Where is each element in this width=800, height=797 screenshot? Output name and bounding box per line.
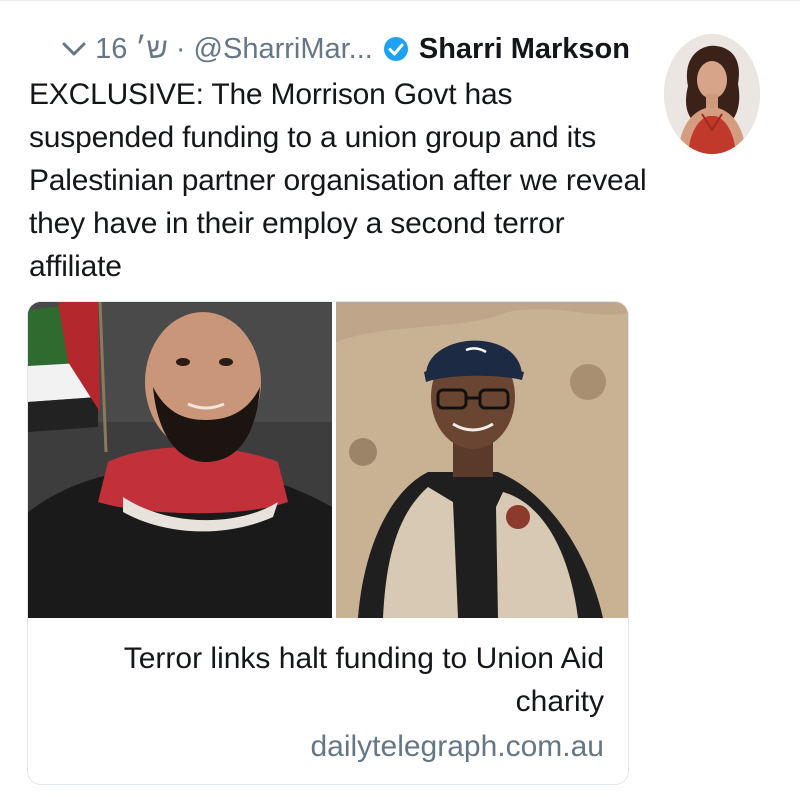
tweet-header: 16 ש׳ · @SharriMar... Sharri Markson bbox=[61, 29, 630, 69]
author-handle[interactable]: @SharriMar... bbox=[194, 33, 373, 65]
card-title[interactable]: Terror links halt funding to Union Aid c… bbox=[84, 637, 604, 723]
tweet-text: EXCLUSIVE: The Morrison Govt has suspend… bbox=[29, 73, 649, 288]
card-domain[interactable]: dailytelegraph.com.au bbox=[310, 730, 604, 764]
tweet-body: EXCLUSIVE: The Morrison Govt has suspend… bbox=[29, 78, 647, 283]
author-name[interactable]: Sharri Markson bbox=[419, 33, 630, 66]
tweet-date[interactable]: 16 ש׳ bbox=[95, 33, 168, 65]
chevron-down-icon[interactable] bbox=[61, 40, 87, 58]
link-card[interactable]: Terror links halt funding to Union Aid c… bbox=[27, 301, 629, 785]
tweet-page: 16 ש׳ · @SharriMar... Sharri Markson EXC… bbox=[0, 0, 800, 797]
verified-badge-icon bbox=[383, 36, 409, 62]
card-image[interactable] bbox=[28, 302, 628, 618]
meta-separator: · bbox=[175, 32, 186, 65]
avatar[interactable] bbox=[664, 34, 760, 154]
